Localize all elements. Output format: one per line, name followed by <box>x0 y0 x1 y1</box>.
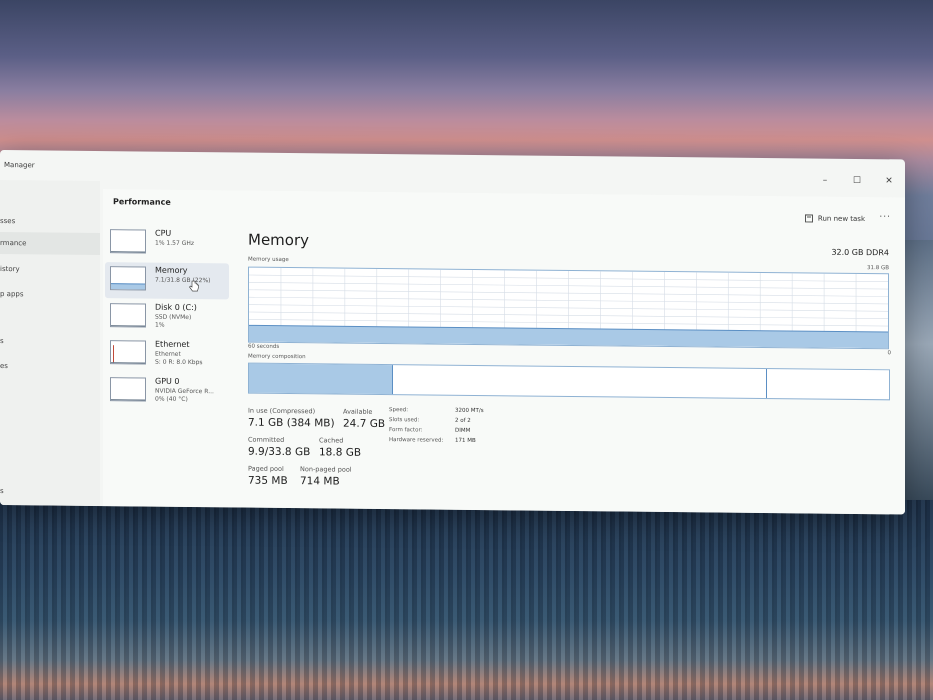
memory-thumbnail <box>110 266 146 291</box>
available-value: 24.7 GB <box>343 417 386 431</box>
resource-name: Memory <box>155 265 188 275</box>
nav-item-app-history[interactable]: istory <box>0 265 20 273</box>
cpu-thumbnail <box>110 229 146 254</box>
memory-usage-max: 31.8 GB <box>866 265 889 272</box>
non-paged-pool-stat: Non-paged pool 714 MB <box>300 465 352 488</box>
memory-title: Memory <box>248 230 310 250</box>
hand-cursor-icon <box>189 280 199 292</box>
run-task-icon <box>804 214 813 223</box>
time-span-label: 60 seconds <box>248 343 280 350</box>
resource-item-disk[interactable]: Disk 0 (C:) SSD (NVMe) 1% <box>105 299 229 336</box>
composition-free[interactable] <box>767 369 889 399</box>
resource-item-cpu[interactable]: CPU 1% 1.57 GHz <box>105 225 229 262</box>
ethernet-thumbnail <box>110 340 146 365</box>
titlebar: Manager – ☐ ✕ <box>0 150 905 189</box>
gpu-thumbnail <box>110 377 146 402</box>
resource-list: CPU 1% 1.57 GHz Memory 7.1/31.8 GB (22%)… <box>105 225 229 411</box>
memory-composition-bar <box>248 362 890 401</box>
cached-stat: Cached 18.8 GB <box>319 436 361 458</box>
composition-standby[interactable] <box>393 365 768 399</box>
non-paged-pool-label: Non-paged pool <box>300 465 352 474</box>
resource-item-gpu[interactable]: GPU 0 NVIDIA GeForce R... 0% (40 °C) <box>105 373 229 410</box>
nav-item-services[interactable]: s <box>0 487 4 495</box>
resource-detail: Ethernet S: 0 R: 8.0 Kbps <box>155 350 203 367</box>
page-title: Performance <box>113 197 171 207</box>
resource-name: CPU <box>155 228 172 238</box>
resource-detail: NVIDIA GeForce R... 0% (40 °C) <box>155 387 214 403</box>
committed-label: Committed <box>248 435 285 444</box>
paged-pool-label: Paged pool <box>248 464 284 473</box>
performance-panel: Performance Run new task ··· CPU 1% 1.57… <box>103 189 905 515</box>
nav-item-label: rmance <box>0 239 27 248</box>
wallpaper-lake <box>0 500 933 700</box>
resource-detail: 7.1/31.8 GB (22%) <box>155 276 211 285</box>
resource-name: GPU 0 <box>155 376 180 386</box>
committed-value: 9.9/33.8 GB <box>248 445 311 459</box>
disk-thumbnail <box>110 303 146 328</box>
composition-in-use[interactable] <box>249 363 393 395</box>
cached-value: 18.8 GB <box>319 446 362 459</box>
maximize-button[interactable]: ☐ <box>851 176 863 186</box>
memory-composition-label: Memory composition <box>248 353 306 361</box>
nav-item-performance[interactable]: rmance <box>0 232 100 256</box>
memory-total: 32.0 GB DDR4 <box>831 247 889 258</box>
task-manager-window: Manager – ☐ ✕ sses rmance istory p apps … <box>0 150 905 515</box>
resource-name: Disk 0 (C:) <box>155 302 197 313</box>
resource-name: Ethernet <box>155 339 190 349</box>
app-title: Manager <box>4 161 35 170</box>
available-label: Available <box>343 407 373 416</box>
run-new-task-label: Run new task <box>817 214 865 224</box>
ethernet-spike <box>113 345 114 364</box>
minimize-button[interactable]: – <box>819 176 831 186</box>
more-options-icon[interactable]: ··· <box>879 212 891 222</box>
run-new-task-button[interactable]: Run new task <box>804 214 865 224</box>
nav-item-details[interactable]: es <box>0 362 8 370</box>
memory-specs: Speed: 3200 MT/s Slots used: 2 of 2 Form f… <box>389 407 484 448</box>
resource-detail: SSD (NVMe) 1% <box>155 313 192 329</box>
nav-item-startup-apps[interactable]: p apps <box>0 290 24 298</box>
in-use-stat: In use (Compressed) 7.1 GB (384 MB) <box>248 407 335 430</box>
window-controls: – ☐ ✕ <box>819 176 895 187</box>
nav-item-users[interactable]: s <box>0 337 4 345</box>
in-use-label: In use (Compressed) <box>248 406 316 416</box>
memory-usage-label: Memory usage <box>248 256 289 264</box>
axis-zero-label: 0 <box>887 350 892 357</box>
non-paged-pool-value: 714 MB <box>300 475 340 488</box>
resource-item-memory[interactable]: Memory 7.1/31.8 GB (22%) <box>105 262 229 300</box>
resource-detail: 1% 1.57 GHz <box>155 239 195 248</box>
available-stat: Available 24.7 GB <box>343 408 385 430</box>
in-use-value: 7.1 GB (384 MB) <box>248 416 335 430</box>
spec-row: Hardware reserved: 171 MB <box>389 437 476 444</box>
memory-graph-svg <box>249 267 888 349</box>
paged-pool-value: 735 MB <box>248 474 288 488</box>
cached-label: Cached <box>319 436 344 445</box>
paged-pool-stat: Paged pool 735 MB <box>248 465 288 487</box>
memory-usage-graph <box>248 266 889 350</box>
nav-item-processes[interactable]: sses <box>0 217 15 225</box>
memory-thumb-fill <box>111 283 145 290</box>
left-navigation: sses rmance istory p apps s es s <box>0 180 100 507</box>
resource-item-ethernet[interactable]: Ethernet Ethernet S: 0 R: 8.0 Kbps <box>105 336 229 373</box>
committed-stat: Committed 9.9/33.8 GB <box>248 436 310 459</box>
close-button[interactable]: ✕ <box>883 176 895 186</box>
